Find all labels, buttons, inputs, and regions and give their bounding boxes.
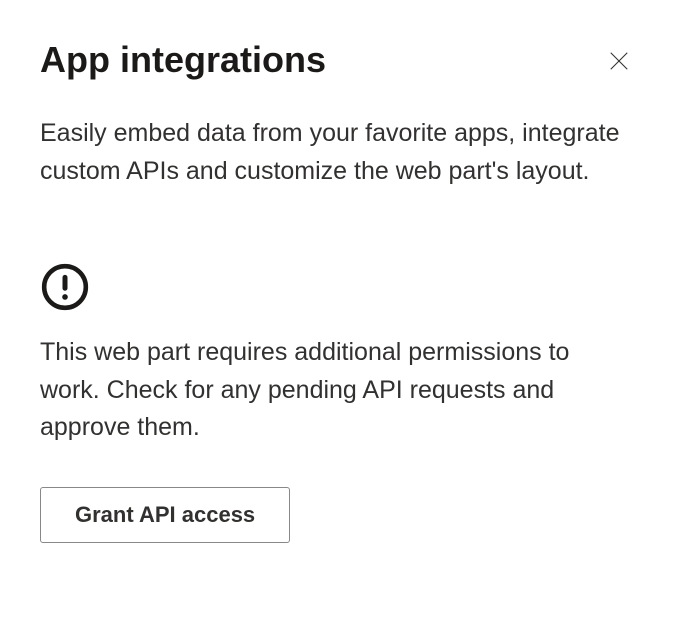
close-button[interactable] <box>602 44 636 81</box>
panel-header: App integrations <box>40 38 636 81</box>
app-integrations-panel: App integrations Easily embed data from … <box>0 0 676 581</box>
close-icon <box>608 50 630 75</box>
panel-description: Easily embed data from your favorite app… <box>40 115 636 190</box>
grant-api-access-button[interactable]: Grant API access <box>40 487 290 543</box>
panel-title: App integrations <box>40 38 326 81</box>
warning-message: This web part requires additional permis… <box>40 334 636 447</box>
permissions-warning: This web part requires additional permis… <box>40 262 636 447</box>
warning-icon <box>40 262 636 312</box>
